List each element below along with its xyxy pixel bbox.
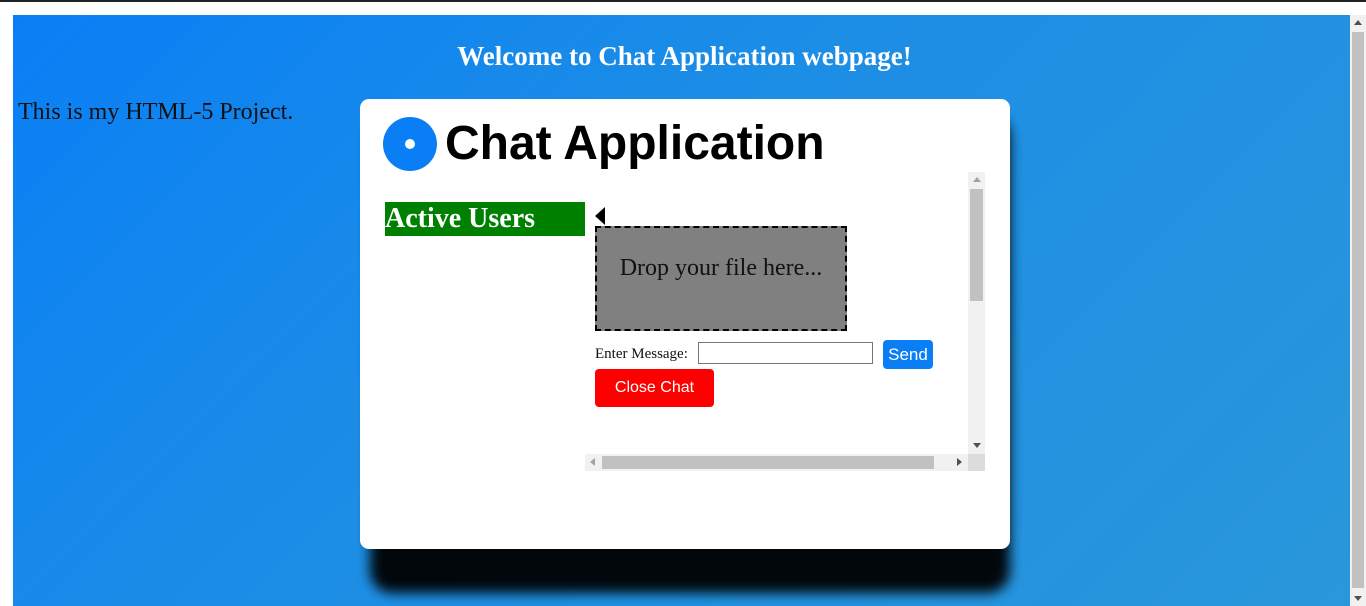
- page-body: Welcome to Chat Application webpage! Thi…: [13, 15, 1350, 606]
- active-users-heading: Active Users: [385, 202, 585, 236]
- scroll-up-arrow-icon[interactable]: [973, 177, 981, 182]
- chat-panel[interactable]: Drop your file here... Enter Message: Se…: [585, 172, 985, 471]
- file-dropzone[interactable]: Drop your file here...: [595, 226, 847, 331]
- page-scroll-thumb[interactable]: [1352, 32, 1364, 588]
- page-heading: Welcome to Chat Application webpage!: [457, 41, 912, 71]
- send-button[interactable]: Send: [883, 340, 933, 369]
- scroll-right-arrow-icon[interactable]: [957, 458, 962, 466]
- chat-vertical-scrollbar[interactable]: [968, 172, 985, 454]
- logo-dot: [405, 139, 415, 149]
- page-scroll-down-icon[interactable]: [1354, 596, 1362, 601]
- horizontal-scroll-thumb[interactable]: [602, 456, 934, 469]
- page-scroll-up-icon[interactable]: [1354, 20, 1362, 25]
- intro-text: This is my HTML-5 Project.: [18, 99, 294, 125]
- window-top-border: [0, 0, 1366, 2]
- vertical-scroll-thumb[interactable]: [970, 189, 983, 301]
- caret-left-icon[interactable]: [595, 207, 605, 225]
- message-input[interactable]: [698, 342, 873, 364]
- circle-dot-icon: [383, 117, 437, 171]
- dropzone-text: Drop your file here...: [619, 255, 823, 281]
- page-vertical-scrollbar[interactable]: [1350, 15, 1366, 606]
- message-label: Enter Message:: [595, 346, 688, 362]
- scroll-down-arrow-icon[interactable]: [973, 443, 981, 448]
- modal-title: Chat Application: [445, 117, 825, 170]
- chat-horizontal-scrollbar[interactable]: [585, 454, 968, 471]
- scroll-left-arrow-icon[interactable]: [590, 458, 595, 466]
- scroll-corner: [968, 454, 985, 471]
- chat-modal: Chat Application Active Users Drop your …: [360, 99, 1010, 549]
- close-chat-button[interactable]: Close Chat: [595, 369, 714, 407]
